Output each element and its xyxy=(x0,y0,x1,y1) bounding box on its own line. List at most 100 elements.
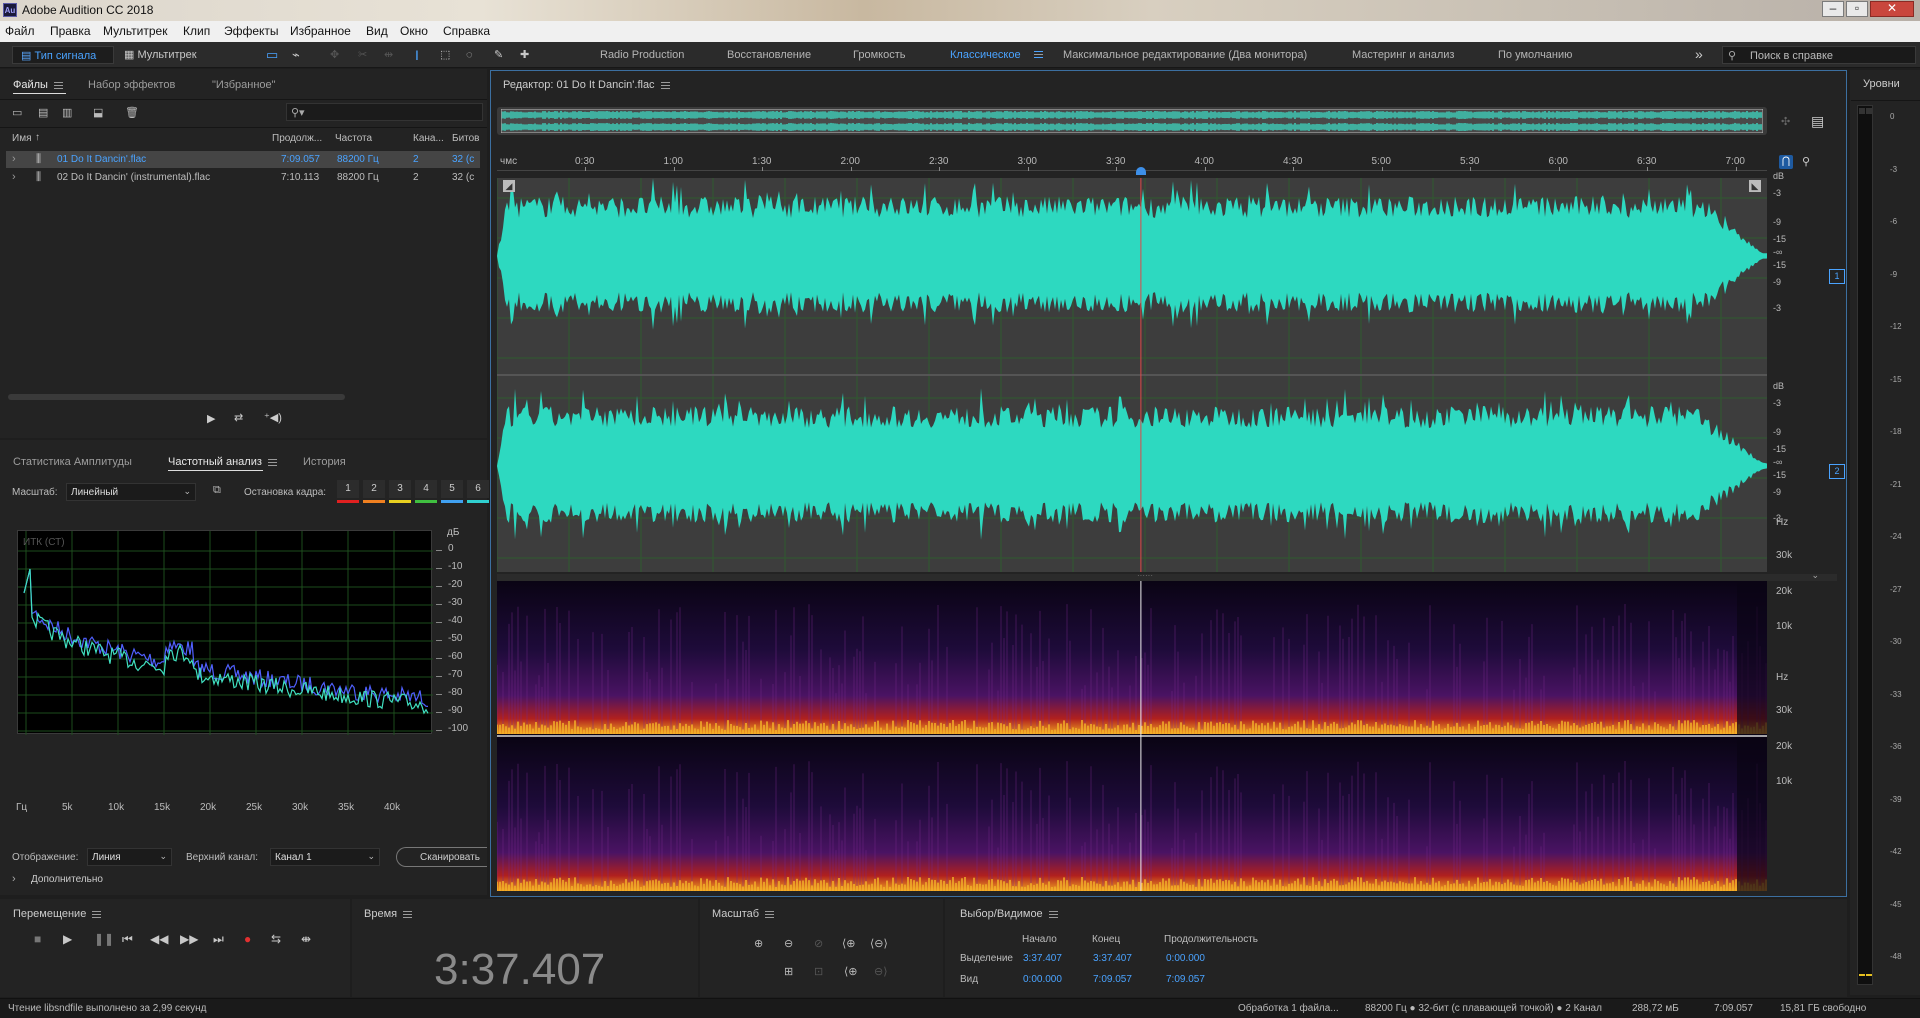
zoom-in-amplitude-icon[interactable]: ⊕ xyxy=(754,937,763,950)
brush-tool-icon[interactable]: ✎ xyxy=(494,46,503,64)
workspace-restoration[interactable]: Восстановление xyxy=(727,49,811,61)
freeze-frame-button-6[interactable]: 6 xyxy=(467,480,489,503)
file-row[interactable]: › ⫼ 02 Do It Dancin' (instrumental).flac… xyxy=(6,169,480,186)
zoom-reset-amplitude-icon[interactable]: ⊘ xyxy=(814,937,823,950)
files-search-input[interactable]: ⚲▾ xyxy=(286,103,483,121)
zoom-out-time-icon[interactable]: ⟨⊖⟩ xyxy=(870,937,888,950)
workspace-mastering[interactable]: Мастеринг и анализ xyxy=(1352,49,1454,61)
toggle-overview-icon[interactable]: ▤ xyxy=(1811,113,1824,130)
freeze-frame-button-5[interactable]: 5 xyxy=(441,480,463,503)
insert-into-multitrack-icon[interactable]: ⬓ xyxy=(93,106,103,119)
minimize-button[interactable]: – xyxy=(1822,1,1844,17)
freeze-frame-button-1[interactable]: 1 xyxy=(337,480,359,503)
import-file-icon[interactable]: ▤ xyxy=(38,106,48,119)
help-search-field[interactable]: ⚲ Поиск в справке xyxy=(1722,46,1916,64)
col-rate[interactable]: Частота xyxy=(335,133,372,144)
pin-marker-icon[interactable]: ⚲ xyxy=(1802,155,1810,168)
channel-badge-1[interactable]: 1 xyxy=(1829,269,1845,284)
tab-frequency-analysis[interactable]: Частотный анализ xyxy=(168,456,277,468)
spectral-view-icon[interactable]: ⌁ xyxy=(292,46,300,64)
tab-favorites[interactable]: "Избранное" xyxy=(212,79,276,91)
spectral-splitter[interactable]: ······ ⌄ xyxy=(497,570,1837,581)
overview-bar[interactable] xyxy=(497,107,1767,135)
col-duration[interactable]: Продолж... xyxy=(272,133,322,144)
preview-play-icon[interactable]: ▶ xyxy=(207,412,215,425)
scale-dropdown[interactable]: Линейный ⌄ xyxy=(66,483,196,501)
workspace-menu-icon[interactable] xyxy=(1028,48,1043,60)
maximize-button[interactable]: ▫ xyxy=(1846,1,1868,17)
col-bits[interactable]: Битов xyxy=(452,133,480,144)
delete-file-icon[interactable]: 🗑 xyxy=(125,106,139,119)
editor-tab-title[interactable]: Редактор: 01 Do It Dancin'.flac xyxy=(503,79,670,91)
playhead-handle[interactable] xyxy=(1135,167,1146,175)
menu-effects[interactable]: Эффекты xyxy=(224,24,279,38)
fast-forward-icon[interactable]: ▶▶ xyxy=(180,932,198,946)
channel-badge-2[interactable]: 2 xyxy=(1829,464,1845,479)
tab-history[interactable]: История xyxy=(303,456,346,468)
menu-file[interactable]: Файл xyxy=(5,24,35,38)
go-to-start-icon[interactable]: ⏮ xyxy=(122,932,133,947)
scan-button[interactable]: Сканировать xyxy=(396,847,487,867)
view-duration[interactable]: 7:09.057 xyxy=(1166,974,1205,985)
menu-view[interactable]: Вид xyxy=(366,24,388,38)
rewind-icon[interactable]: ◀◀ xyxy=(150,932,168,946)
menu-help[interactable]: Справка xyxy=(443,24,490,38)
waveform-view-icon[interactable]: ▭ xyxy=(266,46,278,64)
menu-window[interactable]: Окно xyxy=(400,24,428,38)
menu-multitrack[interactable]: Мультитрек xyxy=(103,24,167,38)
stop-icon[interactable]: ■ xyxy=(34,932,41,946)
time-selection-tool-icon[interactable]: I xyxy=(415,46,419,64)
freeze-frame-button-2[interactable]: 2 xyxy=(363,480,385,503)
skip-selection-icon[interactable]: ⇼ xyxy=(301,932,311,946)
razor-tool-icon[interactable]: ✂ xyxy=(358,46,367,64)
spectral-display[interactable] xyxy=(497,581,1767,891)
tab-amplitude-statistics[interactable]: Статистика Амплитуды xyxy=(13,456,132,468)
play-icon[interactable]: ▶ xyxy=(63,932,72,946)
workspace-default[interactable]: По умолчанию xyxy=(1498,49,1572,61)
record-icon[interactable]: ● xyxy=(244,932,251,946)
view-start[interactable]: 0:00.000 xyxy=(1023,974,1062,985)
freeze-frame-button-4[interactable]: 4 xyxy=(415,480,437,503)
menu-clip[interactable]: Клип xyxy=(183,24,210,38)
spot-healing-tool-icon[interactable]: ✚ xyxy=(520,46,529,64)
more-workspaces-icon[interactable]: » xyxy=(1695,46,1703,62)
zoom-to-selection-icon[interactable]: ✣ xyxy=(1781,115,1790,128)
selection-start[interactable]: 3:37.407 xyxy=(1023,953,1062,964)
copy-to-clipboard-icon[interactable]: ⧉ xyxy=(213,484,221,497)
collapse-icon[interactable]: ⌄ xyxy=(1811,570,1819,581)
auto-play-icon[interactable]: ⁺◀) xyxy=(264,411,282,424)
col-channels[interactable]: Кана... xyxy=(413,133,444,144)
time-ruler[interactable]: чмс 0:30 1:00 1:30 2:00 2:30 3:00 3:30 4:00 4:30… xyxy=(497,153,1767,171)
loop-icon[interactable]: ⇆ xyxy=(271,932,281,946)
display-dropdown[interactable]: Линия ⌄ xyxy=(87,848,172,866)
selection-duration[interactable]: 0:00.000 xyxy=(1166,953,1205,964)
selection-end[interactable]: 3:37.407 xyxy=(1093,953,1132,964)
waveform-display[interactable]: ◢ ◣ xyxy=(497,178,1767,572)
menu-edit[interactable]: Правка xyxy=(50,24,91,38)
tab-files[interactable]: Файлы xyxy=(13,79,63,91)
move-tool-icon[interactable]: ✥ xyxy=(330,46,339,64)
waveform-mode-button[interactable]: ▤ Тип сигнала xyxy=(12,46,114,64)
zoom-out-full-icon[interactable]: ⊞ xyxy=(784,965,793,978)
advanced-section[interactable]: Дополнительно xyxy=(31,874,103,885)
expand-icon[interactable]: › xyxy=(12,171,16,183)
workspace-classic[interactable]: Классическое xyxy=(950,49,1021,61)
multitrack-mode-button[interactable]: ▦ Мультитрек xyxy=(124,46,197,64)
preview-loop-icon[interactable]: ⇄ xyxy=(234,411,243,424)
workspace-loudness[interactable]: Громкость xyxy=(853,49,905,61)
new-file-icon[interactable]: ▥ xyxy=(62,106,72,119)
lasso-tool-icon[interactable]: ◌ xyxy=(466,46,473,64)
workspace-max-edit[interactable]: Максимальное редактирование (Два монитор… xyxy=(1063,49,1307,61)
zoom-out-point-icon[interactable]: ⊖⟩ xyxy=(874,965,888,978)
zoom-out-amplitude-icon[interactable]: ⊖ xyxy=(784,937,793,950)
menu-favorites[interactable]: Избранное xyxy=(290,24,351,38)
help-search-input[interactable]: Поиск в справке xyxy=(1750,50,1833,62)
go-to-end-icon[interactable]: ⏭ xyxy=(213,932,224,947)
zoom-in-point-icon[interactable]: ⟨⊕ xyxy=(844,965,858,978)
freeze-frame-button-3[interactable]: 3 xyxy=(389,480,411,503)
channel-dropdown[interactable]: Канал 1 ⌄ xyxy=(270,848,380,866)
col-name[interactable]: Имя xyxy=(12,133,31,144)
tab-effects-rack[interactable]: Набор эффектов xyxy=(88,79,175,91)
file-row[interactable]: › ⫼ 01 Do It Dancin'.flac 7:09.057 88200… xyxy=(6,151,480,168)
fade-in-handle-icon[interactable]: ◢ xyxy=(503,180,515,192)
